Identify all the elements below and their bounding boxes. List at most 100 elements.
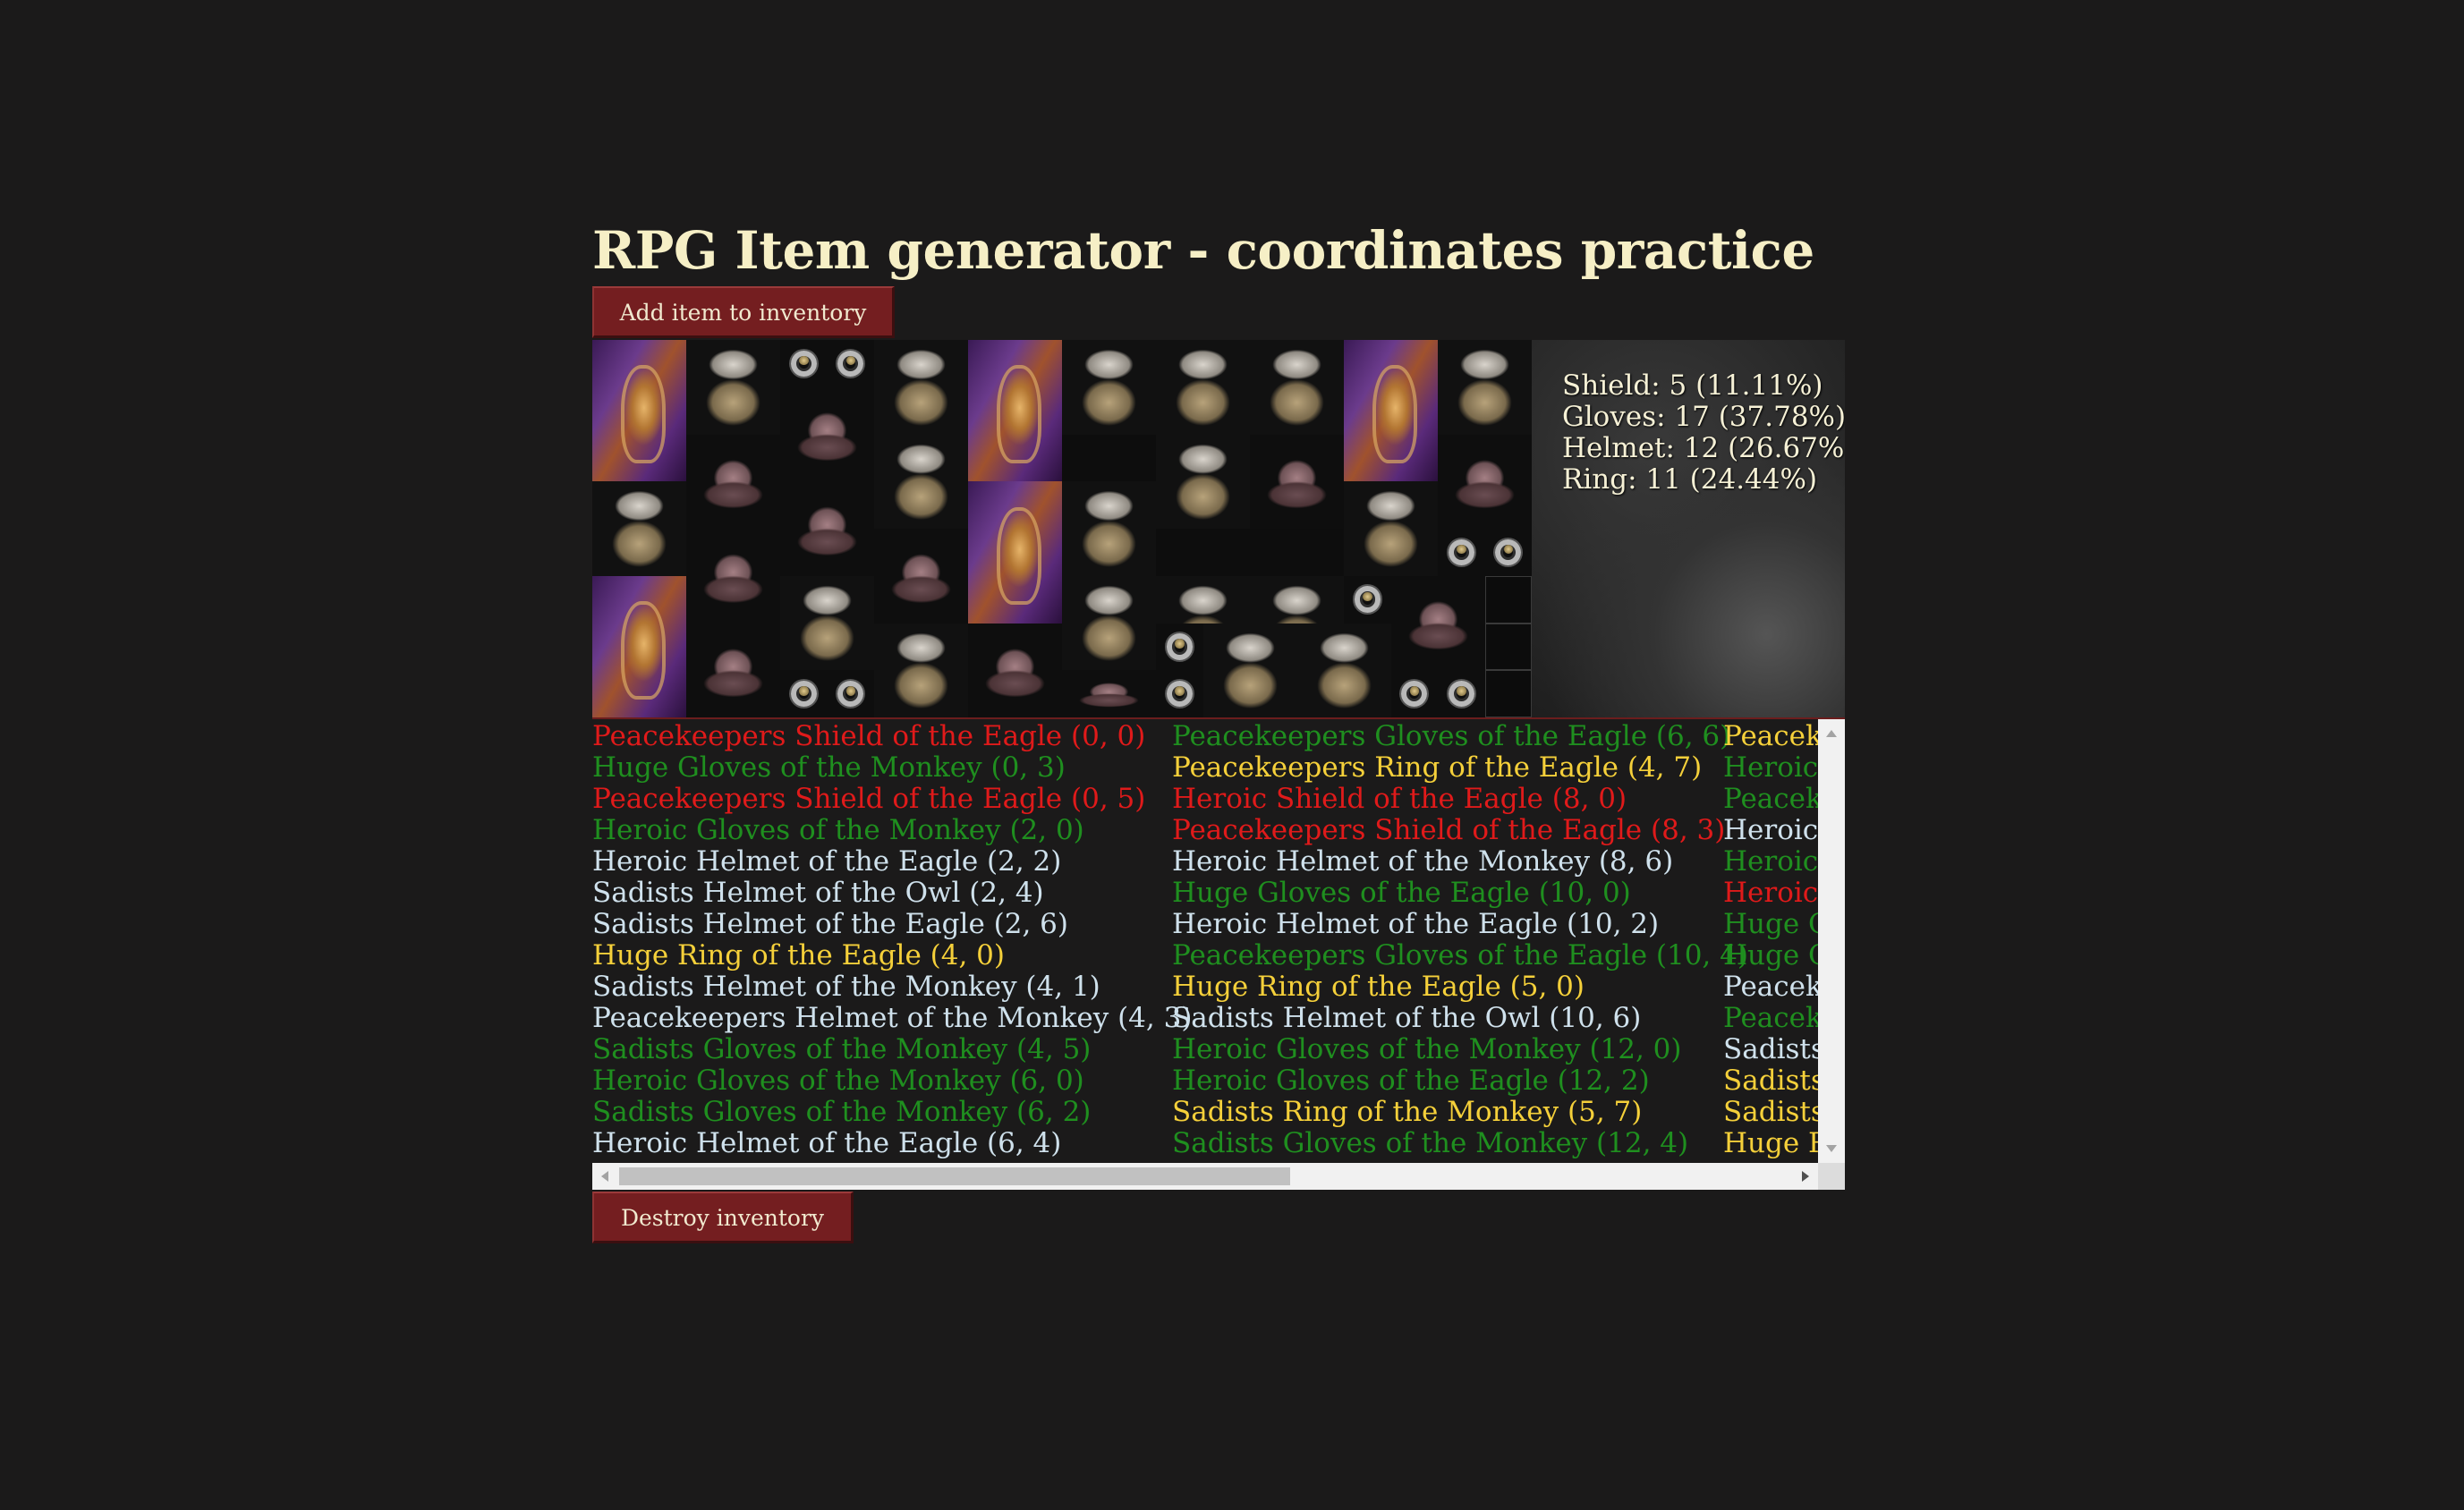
stat-gloves: Gloves: 17 (37.78%) (1562, 401, 1845, 433)
helmet-icon (1438, 434, 1532, 529)
log-entry: Peacekeepers Gloves of the Eagle (6, 6) (1172, 720, 1731, 752)
log-entry: Peacekeepers Shield of the Eagle (0, 0) (592, 720, 1146, 752)
inventory-item-helmet[interactable] (1250, 434, 1344, 529)
log-entry: Heroic (1723, 751, 1818, 784)
ring-icon (827, 340, 874, 387)
ring-icon (1156, 670, 1203, 717)
inventory-item-ring[interactable] (1156, 670, 1203, 717)
scroll-right-icon[interactable] (1802, 1171, 1809, 1182)
log-entry: Sadists Helmet of the Monkey (4, 1) (592, 971, 1100, 1003)
inventory-item-gloves[interactable] (780, 575, 874, 671)
inventory-item-helmet[interactable] (874, 529, 968, 624)
shield-icon (1344, 340, 1438, 482)
inventory-item-helmet[interactable] (1390, 575, 1485, 671)
inventory-item-gloves[interactable] (1438, 340, 1532, 435)
inventory-item-helmet[interactable] (686, 623, 780, 717)
gloves-icon (874, 340, 968, 435)
log-entry: Sadists Helmet of the Owl (10, 6) (1172, 1002, 1642, 1034)
inventory-item-shield[interactable] (592, 575, 686, 717)
page-title: RPG Item generator - coordinates practic… (592, 220, 1814, 281)
log-entry: Sadists Gloves of the Monkey (4, 5) (592, 1033, 1092, 1065)
inventory-item-ring[interactable] (1438, 670, 1485, 717)
helmet-icon (968, 623, 1062, 717)
gloves-icon (1156, 434, 1250, 529)
log-entry: Peaceke (1723, 720, 1818, 752)
inventory-item-ring[interactable] (1156, 623, 1203, 671)
log-entry: Sadists Helmet of the Owl (2, 4) (592, 877, 1044, 909)
item-log-container[interactable]: Peacekeepers Shield of the Eagle (0, 0) H… (592, 717, 1845, 1190)
inventory-item-helmet[interactable] (968, 623, 1062, 717)
inventory-item-gloves[interactable] (1156, 340, 1250, 435)
add-item-button[interactable]: Add item to inventory (592, 286, 895, 338)
inventory-item-ring[interactable] (1344, 575, 1391, 624)
helmet-icon (686, 529, 780, 624)
inventory-item-helmet[interactable] (686, 434, 780, 529)
log-entry: Heroic (1723, 845, 1818, 878)
inventory-item-ring[interactable] (780, 670, 828, 717)
inventory-item-gloves[interactable] (874, 340, 968, 435)
inventory-item-gloves[interactable] (686, 340, 780, 435)
shield-icon (592, 340, 686, 482)
empty-inventory-slot[interactable] (1484, 623, 1532, 671)
gloves-icon (1438, 340, 1532, 435)
inventory-item-ring[interactable] (827, 670, 874, 717)
scroll-left-icon[interactable] (601, 1171, 608, 1182)
ring-icon (780, 340, 828, 387)
scroll-down-icon[interactable] (1826, 1145, 1837, 1152)
inventory-item-shield[interactable] (968, 481, 1062, 624)
inventory-item-gloves[interactable] (1202, 623, 1297, 717)
inventory-item-helmet[interactable] (780, 386, 874, 482)
log-entry: Sadists Gloves of the Monkey (6, 2) (592, 1096, 1092, 1128)
log-entry: Sadists Gloves of the Monkey (12, 4) (1172, 1127, 1689, 1159)
inventory-item-gloves[interactable] (1250, 340, 1344, 435)
log-entry: Heroic Gloves of the Monkey (12, 0) (1172, 1033, 1682, 1065)
log-entry: Peacekeepers Ring of the Eagle (4, 7) (1172, 751, 1703, 784)
inventory-item-shield[interactable] (592, 340, 686, 482)
inventory-item-shield[interactable] (968, 340, 1062, 482)
log-entry: Heroic Helmet of the Monkey (8, 6) (1172, 845, 1674, 878)
inventory-item-ring[interactable] (1390, 670, 1438, 717)
inventory-item-gloves[interactable] (874, 434, 968, 529)
destroy-inventory-button[interactable]: Destroy inventory (592, 1192, 854, 1243)
inventory-item-gloves[interactable] (592, 481, 686, 576)
inventory-item-helmet[interactable] (686, 529, 780, 624)
vertical-scrollbar[interactable] (1818, 719, 1845, 1163)
log-entry: Heroic Shield of the Eagle (8, 0) (1172, 783, 1627, 815)
inventory-item-ring[interactable] (1438, 529, 1485, 576)
inventory-item-gloves[interactable] (1062, 575, 1156, 671)
inventory-item-helmet[interactable] (780, 481, 874, 576)
shield-icon (968, 481, 1062, 624)
inventory-item-ring[interactable] (1484, 529, 1532, 576)
log-entry: Peaceke (1723, 783, 1818, 815)
inventory-item-shield[interactable] (1344, 340, 1438, 482)
empty-inventory-slot[interactable] (1484, 575, 1532, 624)
inventory-item-gloves[interactable] (1062, 481, 1156, 576)
inventory-item-helmet[interactable] (1062, 670, 1156, 717)
inventory-item-ring[interactable] (827, 340, 874, 387)
inventory-item-gloves[interactable] (1156, 434, 1250, 529)
horizontal-scroll-thumb[interactable] (619, 1167, 1290, 1185)
log-column: PeacekeHeroic PeacekeHeroic IHeroic Hero… (1723, 721, 1818, 1159)
log-entry: Peacekeepers Shield of the Eagle (8, 3) (1172, 814, 1726, 846)
log-entry: Heroic Gloves of the Monkey (6, 0) (592, 1065, 1084, 1097)
empty-inventory-slot[interactable] (1484, 670, 1532, 717)
inventory-item-gloves[interactable] (1062, 340, 1156, 435)
inventory-stats: Shield: 5 (11.11%) Gloves: 17 (37.78%) Hel… (1532, 340, 1845, 717)
gloves-icon (592, 481, 686, 576)
log-entry: Huge Ri (1723, 1127, 1818, 1159)
inventory-item-ring[interactable] (780, 340, 828, 387)
log-entry: Sadists (1723, 1096, 1818, 1128)
horizontal-scrollbar[interactable] (592, 1163, 1818, 1190)
log-entry: Peacekeepers Helmet of the Monkey (4, 3) (592, 1002, 1193, 1034)
helmet-icon (780, 386, 874, 482)
app-container: RPG Item generator - coordinates practic… (592, 215, 1845, 1243)
log-entry: Peacekeepers Shield of the Eagle (0, 5) (592, 783, 1146, 815)
helmet-icon (1390, 575, 1485, 671)
inventory-item-gloves[interactable] (1344, 481, 1438, 576)
scroll-up-icon[interactable] (1826, 730, 1837, 737)
inventory-item-gloves[interactable] (1296, 623, 1391, 717)
log-entry: Heroic Gloves of the Eagle (12, 2) (1172, 1065, 1650, 1097)
inventory-item-gloves[interactable] (874, 623, 968, 717)
inventory-item-helmet[interactable] (1438, 434, 1532, 529)
scrollbar-corner (1818, 1163, 1845, 1190)
